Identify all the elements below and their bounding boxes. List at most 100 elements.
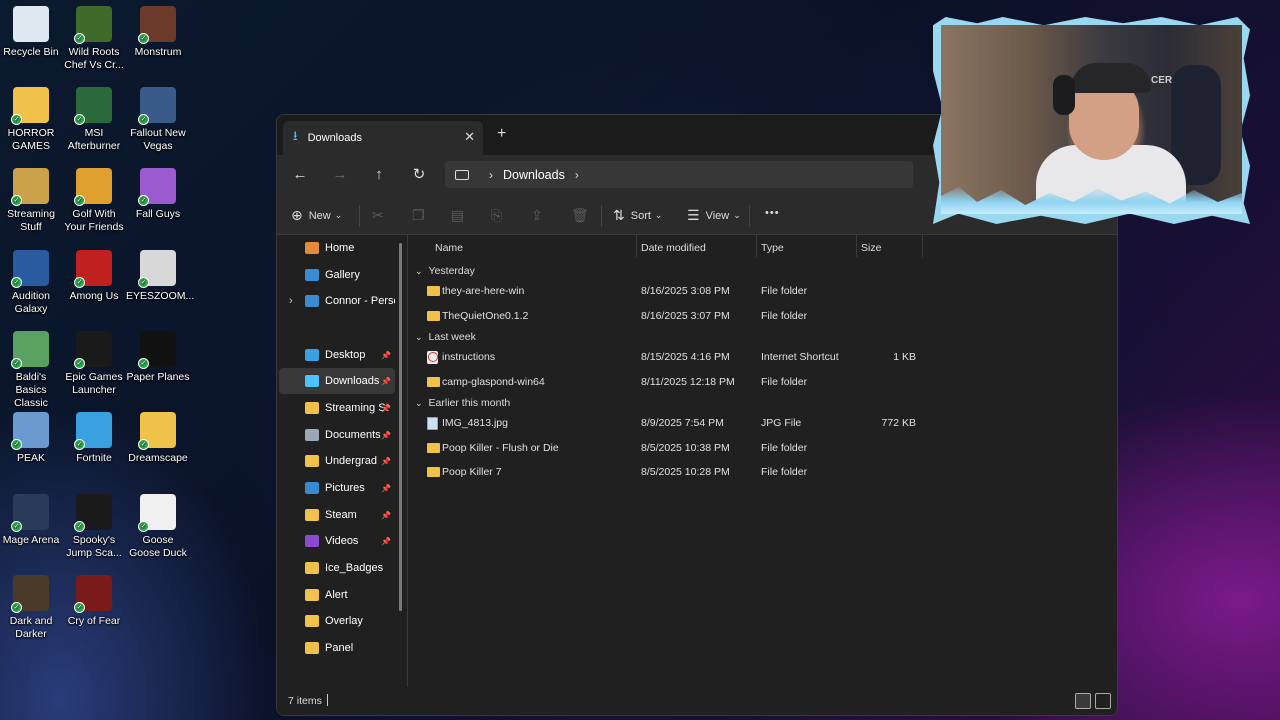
sidebar-item[interactable]: Ice_Badges (279, 555, 395, 581)
sync-check-icon: ✓ (11, 602, 22, 613)
desktop-icon[interactable]: ✓ MSI Afterburner (62, 87, 126, 153)
desktop-icon[interactable]: ✓ Epic Games Launcher (62, 331, 126, 397)
details-view-icon[interactable] (1075, 693, 1091, 709)
desktop-icon[interactable]: ✓ PEAK (0, 412, 63, 465)
file-row[interactable]: Poop Killer - Flush or Die 8/5/2025 10:38… (409, 437, 1117, 459)
this-pc-icon[interactable] (455, 169, 469, 180)
sidebar-item[interactable]: Alert (279, 582, 395, 608)
sidebar-item[interactable]: Gallery (279, 262, 395, 288)
sidebar-item[interactable]: Panel (279, 635, 395, 661)
group-header[interactable]: ⌄ Yesterday (415, 265, 475, 277)
desktop-icon[interactable]: ✓ Goose Goose Duck (126, 494, 190, 560)
desktop-icon[interactable]: ✓Baldi's Basics Classic Rem... (0, 331, 63, 423)
chevron-right-icon[interactable]: › (489, 168, 493, 182)
group-header[interactable]: ⌄ Last week (415, 331, 476, 343)
desktop-icon[interactable]: ✓ Fallout New Vegas (126, 87, 190, 153)
sidebar-item[interactable]: Overlay (279, 608, 395, 634)
sync-check-icon: ✓ (138, 277, 149, 288)
view-button[interactable]: ☰ View ⌄ (687, 207, 741, 224)
desktop-icon[interactable]: ✓ Streaming Stuff (0, 168, 63, 234)
desktop-icon[interactable]: ✓ Among Us (62, 250, 126, 303)
desktop-icon[interactable]: ✓ Dreamscape (126, 412, 190, 465)
refresh-button[interactable]: ↻ (406, 163, 432, 187)
file-row[interactable]: IMG_4813.jpg 8/9/2025 7:54 PM JPG File 772 … (409, 412, 1117, 434)
sidebar-item[interactable]: Desktop 📌 (279, 342, 395, 368)
desktop-icon[interactable]: Recycle Bin (0, 6, 63, 59)
expand-chevron-icon[interactable]: › (289, 295, 293, 307)
sidebar-item[interactable]: Steam 📌 (279, 502, 395, 528)
sync-check-icon: ✓ (74, 195, 85, 206)
file-row[interactable]: TheQuietOne0.1.2 8/16/2025 3:07 PM File fo… (409, 305, 1117, 327)
sidebar-item[interactable]: Pictures 📌 (279, 475, 395, 501)
desktop-icon[interactable]: ✓ Golf With Your Friends (62, 168, 126, 234)
chair-brand-text: CER (1151, 75, 1173, 86)
desktop-icon[interactable]: ✓ Wild Roots Chef Vs Cr... (62, 6, 126, 72)
file-row[interactable]: Poop Killer 7 8/5/2025 10:28 PM File folde… (409, 461, 1117, 483)
sidebar-item-label: Pictures (325, 482, 365, 494)
desktop-icon[interactable]: ✓ Audition Galaxy (0, 250, 63, 316)
sidebar-item[interactable]: Downloads 📌 (279, 368, 395, 394)
sidebar-item[interactable]: Home (279, 235, 395, 261)
sort-button[interactable]: ⇅ Sort ⌄ (613, 207, 662, 224)
up-button[interactable]: ↑ (366, 163, 392, 187)
paste-icon[interactable]: ▤ (451, 207, 464, 224)
copy-icon[interactable]: ❐ (412, 207, 425, 224)
desktop-icon[interactable]: ✓ Cry of Fear (62, 575, 126, 628)
close-tab-icon[interactable]: ✕ (464, 129, 475, 145)
sidebar-item[interactable]: Documents 📌 (279, 422, 395, 448)
forward-button[interactable]: → (327, 163, 353, 187)
desktop-icon[interactable]: ✓ Monstrum (126, 6, 190, 59)
file-row[interactable]: they-are-here-win 8/16/2025 3:08 PM File f… (409, 280, 1117, 302)
tab-downloads[interactable]: ⭳ Downloads ✕ (283, 121, 483, 155)
new-button[interactable]: ⊕ New ⌄ (291, 207, 342, 224)
desktop-icon[interactable]: ✓ HORROR GAMES (0, 87, 63, 153)
app-icon: ✓ (11, 575, 49, 613)
new-tab-button[interactable]: + (497, 125, 506, 143)
desktop-icon[interactable]: ✓ Dark and Darker (0, 575, 63, 641)
collapse-chevron-icon[interactable]: ⌄ (415, 266, 423, 276)
desktop-icon[interactable]: ✓ Spooky's Jump Sca... (62, 494, 126, 560)
share-icon[interactable]: ⇪ (531, 207, 543, 224)
desktop-icon[interactable]: ✓ Paper Planes (126, 331, 190, 384)
pin-icon: 📌 (381, 456, 391, 466)
column-divider[interactable] (756, 235, 757, 257)
collapse-chevron-icon[interactable]: ⌄ (415, 398, 423, 408)
more-options-icon[interactable]: ••• (765, 207, 780, 219)
desktop-icon[interactable]: ✓ Fall Guys (126, 168, 190, 221)
cut-icon[interactable]: ✂ (372, 207, 384, 224)
delete-icon[interactable]: 🗑 (571, 207, 589, 224)
app-icon (13, 6, 49, 42)
sidebar-scrollbar[interactable] (399, 243, 402, 611)
breadcrumb-downloads[interactable]: Downloads (503, 168, 565, 182)
sidebar-item-label: Videos (325, 535, 359, 547)
back-button[interactable]: ← (287, 163, 313, 187)
column-divider[interactable] (856, 235, 857, 257)
image-file-icon (427, 417, 438, 430)
desktop-icon[interactable]: ✓ Mage Arena (0, 494, 63, 547)
pane-divider (407, 235, 408, 687)
folder-icon (427, 467, 440, 477)
internet-shortcut-icon (427, 351, 438, 364)
column-divider[interactable] (636, 235, 637, 257)
file-row[interactable]: instructions 8/15/2025 4:16 PM Internet Sh… (409, 346, 1117, 368)
column-header-size[interactable]: Size (861, 235, 881, 261)
sidebar-item[interactable]: Videos 📌 (279, 528, 395, 554)
desktop-icon[interactable]: ✓ Fortnite (62, 412, 126, 465)
folder-icon (427, 286, 440, 296)
address-bar[interactable]: › Downloads › (445, 161, 913, 188)
divider (601, 205, 602, 227)
sidebar-item[interactable]: Undergrad 📌 (279, 448, 395, 474)
column-divider[interactable] (922, 235, 923, 257)
group-header[interactable]: ⌄ Earlier this month (415, 397, 510, 409)
file-row[interactable]: camp-glaspond-win64 8/11/2025 12:18 PM Fil… (409, 371, 1117, 393)
collapse-chevron-icon[interactable]: ⌄ (415, 332, 423, 342)
sidebar-item[interactable]: Streaming St 📌 (279, 395, 395, 421)
tiles-view-icon[interactable] (1095, 693, 1111, 709)
sidebar-item[interactable]: › Connor - Person (279, 288, 395, 314)
desktop-icon[interactable]: ✓ EYESZOOM... (126, 250, 194, 303)
chevron-right-icon[interactable]: › (575, 168, 579, 182)
column-header-type[interactable]: Type (761, 235, 784, 261)
column-header-name[interactable]: Name (435, 235, 463, 261)
column-header-date[interactable]: Date modified (641, 235, 706, 261)
rename-icon[interactable]: ⎘ (491, 207, 502, 224)
